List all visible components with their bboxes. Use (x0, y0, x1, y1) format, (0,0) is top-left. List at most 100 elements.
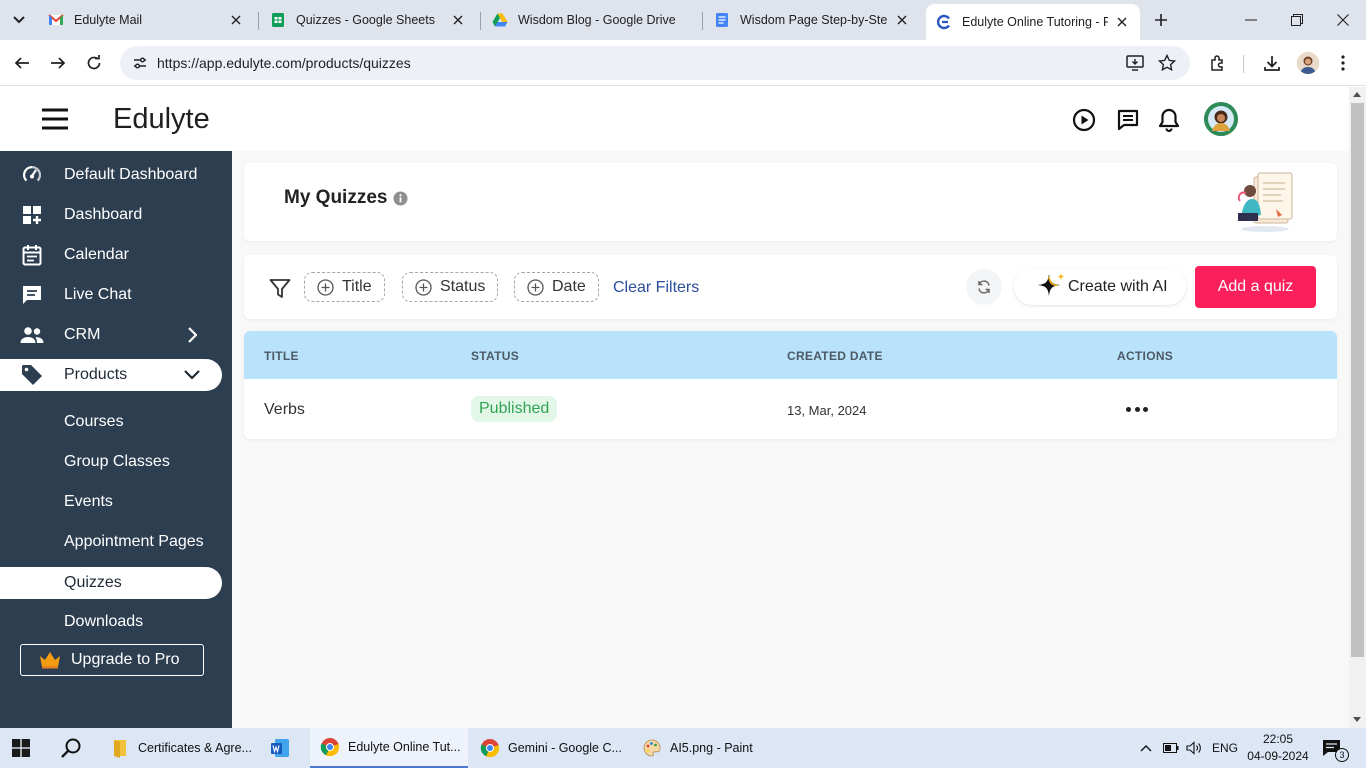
filter-chip-label: Title (342, 278, 372, 295)
browser-menu-icon[interactable] (1332, 52, 1354, 74)
browser-tab-drive[interactable]: Wisdom Blog - Google Drive (482, 4, 698, 36)
sidebar-subitem-downloads[interactable]: Downloads (0, 606, 222, 638)
taskbar-item-label: Gemini - Google C... (508, 741, 622, 755)
bookmark-star-icon[interactable] (1157, 53, 1177, 73)
scrollbar-thumb[interactable] (1351, 103, 1364, 657)
taskbar-item-label: Edulyte Online Tut... (348, 740, 461, 754)
column-header-created-date[interactable]: CREATED DATE (787, 349, 883, 363)
quiz-title-cell[interactable]: Verbs (264, 401, 305, 419)
browser-tab-edulyte[interactable]: Edulyte Online Tutoring - Pe (926, 4, 1140, 40)
quiz-illustration-icon (1237, 172, 1293, 232)
new-tab-button[interactable] (1150, 9, 1172, 31)
forward-button[interactable] (46, 51, 70, 75)
sidebar-subitem-quizzes[interactable]: Quizzes (0, 567, 222, 599)
restore-button[interactable] (1274, 0, 1320, 40)
system-clock[interactable]: 22:05 04-09-2024 (1246, 731, 1310, 765)
page-title: My Quizzes (284, 187, 408, 209)
hamburger-menu-icon[interactable] (40, 107, 70, 131)
install-app-icon[interactable] (1125, 53, 1145, 73)
sidebar-item-label: Quizzes (64, 574, 122, 591)
sidebar-subitem-group-classes[interactable]: Group Classes (0, 446, 222, 478)
sidebar-subitem-courses[interactable]: Courses (0, 406, 222, 438)
page-scrollbar[interactable] (1349, 87, 1366, 728)
filter-chip-title[interactable]: Title (304, 272, 385, 302)
taskbar-item-word[interactable] (270, 728, 302, 768)
filter-chip-label: Status (440, 278, 486, 295)
tray-overflow-icon[interactable] (1140, 728, 1152, 768)
sidebar-item-products[interactable]: Products (0, 359, 222, 391)
chevron-right-icon[interactable] (180, 323, 204, 347)
user-avatar[interactable] (1204, 102, 1238, 136)
input-language-indicator[interactable]: ENG (1212, 728, 1238, 768)
taskbar-item-chrome-edulyte[interactable]: Edulyte Online Tut... (310, 728, 468, 768)
minimize-button[interactable] (1228, 0, 1274, 40)
clock-date: 04-09-2024 (1247, 749, 1309, 763)
filter-chip-status[interactable]: Status (402, 272, 499, 302)
sidebar-item-calendar[interactable]: Calendar (0, 239, 222, 271)
close-icon[interactable] (228, 12, 244, 28)
taskbar-item-file-explorer[interactable]: Certificates & Agre... (110, 728, 258, 768)
column-header-title[interactable]: TITLE (264, 349, 299, 363)
notifications-bell-icon[interactable] (1156, 107, 1182, 133)
app-header: Edulyte (0, 87, 1349, 151)
tab-label: Edulyte Online Tutoring - Pe (962, 15, 1108, 29)
filter-funnel-icon[interactable] (268, 277, 292, 301)
browser-toolbar: https://app.edulyte.com/products/quizzes (0, 40, 1366, 86)
filter-chip-date[interactable]: Date (514, 272, 599, 302)
upgrade-to-pro-button[interactable]: Upgrade to Pro (20, 644, 204, 676)
close-window-button[interactable] (1320, 0, 1366, 40)
taskbar-item-paint[interactable]: AI5.png - Paint (636, 728, 786, 768)
column-header-actions: ACTIONS (1117, 349, 1174, 363)
close-icon[interactable] (450, 12, 466, 28)
browser-tab-mail[interactable]: Edulyte Mail (38, 4, 254, 36)
downloads-icon[interactable] (1261, 52, 1283, 74)
close-icon[interactable] (1114, 14, 1130, 30)
add-quiz-button[interactable]: Add a quiz (1195, 266, 1316, 308)
created-date-cell: 13, Mar, 2024 (787, 403, 867, 418)
battery-icon[interactable] (1163, 728, 1179, 768)
refresh-button[interactable] (966, 269, 1002, 305)
sidebar-subitem-events[interactable]: Events (0, 486, 222, 518)
gmail-icon (48, 14, 64, 25)
profile-avatar-icon[interactable] (1297, 52, 1319, 74)
close-icon[interactable] (894, 12, 910, 28)
sidebar-item-default-dashboard[interactable]: Default Dashboard (0, 159, 222, 191)
info-icon[interactable] (393, 191, 408, 206)
reload-button[interactable] (82, 51, 106, 75)
notification-center-button[interactable]: 3 (1322, 728, 1349, 768)
create-with-ai-button[interactable]: Create with AI (1014, 269, 1186, 305)
sidebar-item-crm[interactable]: CRM (0, 319, 222, 351)
clear-filters-link[interactable]: Clear Filters (613, 279, 699, 297)
start-button[interactable] (12, 728, 38, 768)
sidebar-item-label: Courses (64, 413, 124, 430)
back-button[interactable] (10, 51, 34, 75)
browser-tab-sheets[interactable]: Quizzes - Google Sheets (260, 4, 476, 36)
folder-icon (114, 740, 126, 758)
volume-icon[interactable] (1186, 728, 1202, 768)
search-icon (61, 738, 81, 758)
clock-time: 22:05 (1262, 732, 1294, 746)
messages-icon[interactable] (1115, 107, 1141, 133)
extensions-icon[interactable] (1207, 52, 1229, 74)
url-text[interactable]: https://app.edulyte.com/products/quizzes (157, 55, 411, 71)
sidebar-item-label: Events (64, 493, 113, 510)
play-tutorial-icon[interactable] (1071, 107, 1097, 133)
tab-search-button[interactable] (6, 7, 32, 33)
sparkle-icon (1038, 273, 1065, 296)
taskbar-item-chrome-gemini[interactable]: Gemini - Google C... (472, 728, 630, 768)
search-button[interactable] (60, 728, 86, 768)
chevron-down-icon[interactable] (180, 363, 204, 387)
sidebar-item-live-chat[interactable]: Live Chat (0, 279, 222, 311)
brand-logo-text[interactable]: Edulyte (113, 103, 210, 136)
column-header-status[interactable]: STATUS (471, 349, 519, 363)
arrow-left-icon (14, 57, 29, 69)
site-info-icon[interactable] (128, 51, 152, 75)
tab-label: Quizzes - Google Sheets (296, 13, 435, 27)
address-bar[interactable]: https://app.edulyte.com/products/quizzes (120, 46, 1190, 80)
sidebar-item-dashboard[interactable]: Dashboard (0, 199, 222, 231)
browser-tab-docs[interactable]: Wisdom Page Step-by-Step (704, 4, 920, 36)
sidebar-subitem-appointment-pages[interactable]: Appointment Pages (0, 526, 222, 558)
windows-logo-icon (12, 739, 30, 757)
upgrade-label: Upgrade to Pro (71, 651, 180, 668)
row-actions-more-icon[interactable] (1126, 401, 1148, 417)
